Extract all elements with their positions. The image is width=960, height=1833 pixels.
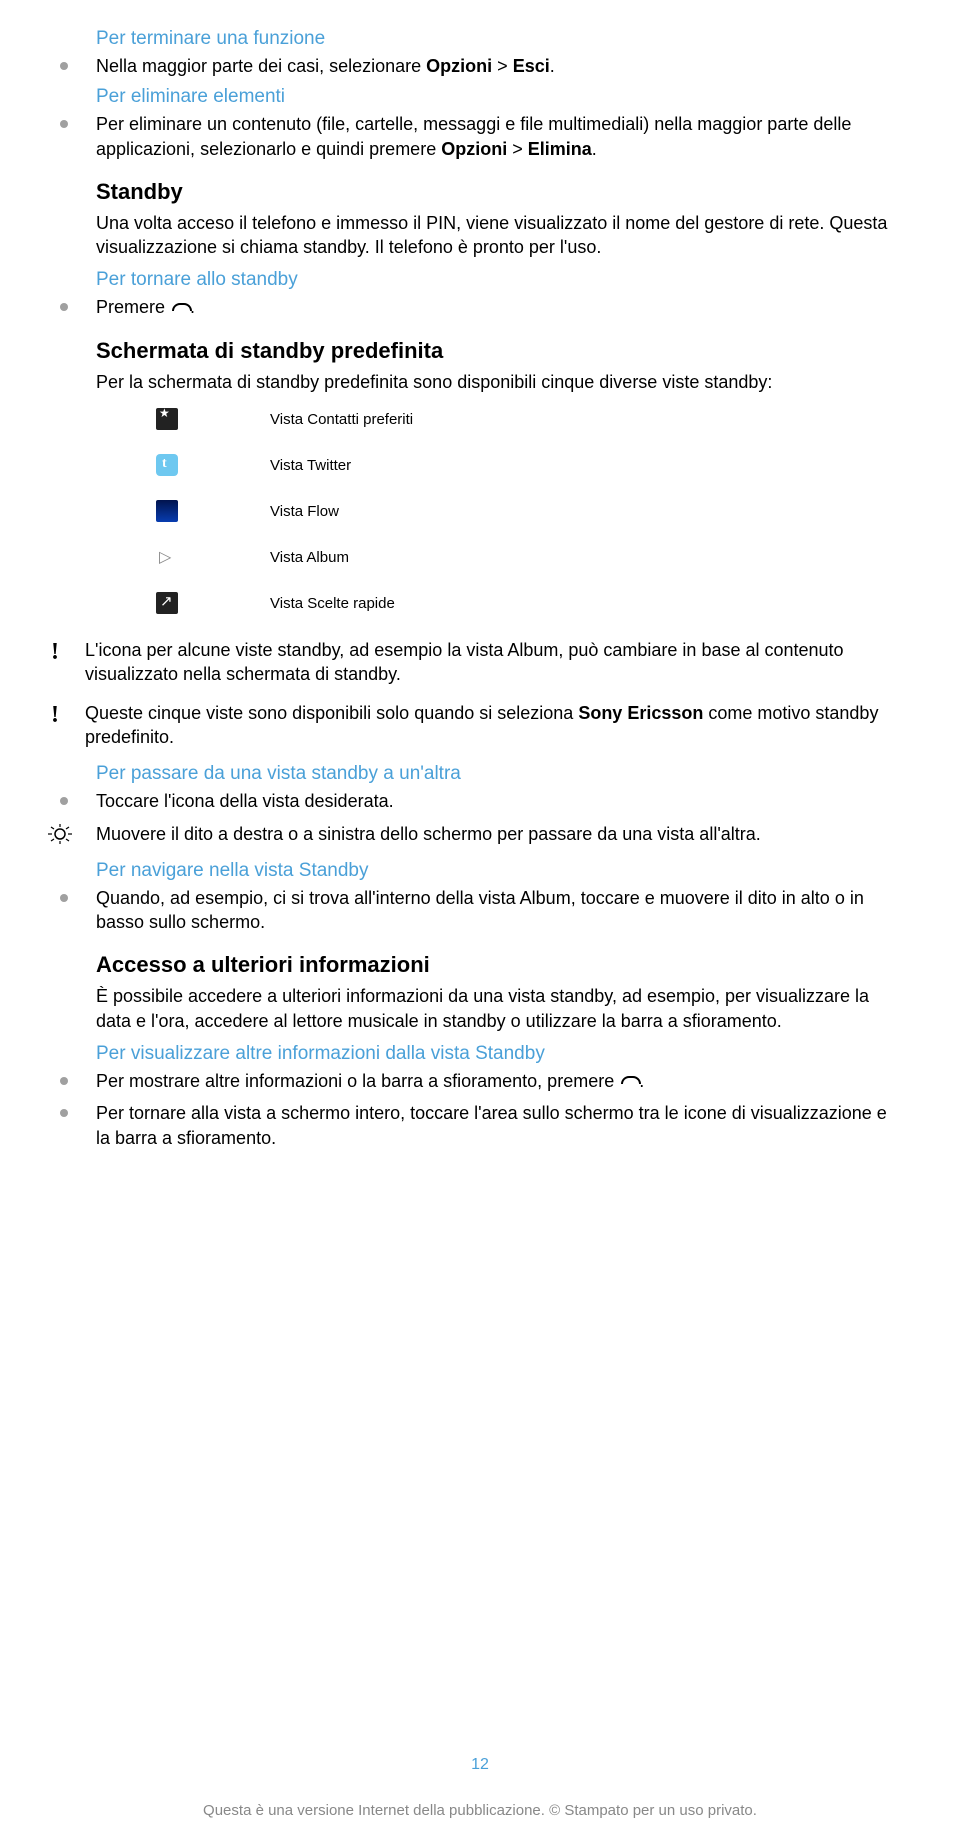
heading-delete-elements: Per eliminare elementi (96, 86, 900, 108)
vista-row-rapide: Vista Scelte rapide (156, 592, 900, 614)
vista-row-twitter: Vista Twitter (156, 454, 900, 476)
text-span: Queste cinque viste sono disponibili sol… (85, 703, 578, 723)
text-span: . (550, 56, 555, 76)
text-bold: Esci (513, 56, 550, 76)
lightbulb-icon (46, 824, 74, 844)
note-row: ! Queste cinque viste sono disponibili s… (51, 701, 900, 750)
bullet-text: Toccare l'icona della vista desiderata. (96, 789, 394, 813)
text-span: > (507, 139, 528, 159)
vista-label: Vista Contatti preferiti (270, 411, 413, 428)
bullet-item: Per eliminare un contenuto (file, cartel… (60, 112, 900, 161)
text-span: Nella maggior parte dei casi, selezionar… (96, 56, 426, 76)
end-call-icon (619, 1076, 639, 1088)
text-span: . (592, 139, 597, 159)
vista-table: Vista Contatti preferiti Vista Twitter V… (156, 408, 900, 614)
flow-icon (156, 500, 178, 522)
text-span: Per mostrare altre informazioni o la bar… (96, 1071, 619, 1091)
bullet-item: Per tornare alla vista a schermo intero,… (60, 1101, 900, 1150)
vista-label: Vista Flow (270, 503, 339, 520)
bullet-text: Premere . (96, 295, 195, 319)
bullet-icon (60, 894, 68, 902)
bullet-icon (60, 303, 68, 311)
vista-label: Vista Album (270, 549, 349, 566)
bullet-icon (60, 62, 68, 70)
bullet-item: Toccare l'icona della vista desiderata. (60, 789, 900, 813)
page-number: 12 (0, 1756, 960, 1774)
heading-more-info: Accesso a ulteriori informazioni (96, 952, 900, 978)
twitter-icon (156, 454, 178, 476)
note-text: Queste cinque viste sono disponibili sol… (85, 701, 900, 750)
text-bold: Opzioni (441, 139, 507, 159)
contacts-icon (156, 408, 178, 430)
bullet-icon (60, 120, 68, 128)
more-info-body: È possibile accedere a ulteriori informa… (96, 984, 900, 1033)
default-standby-body: Per la schermata di standby predefinita … (96, 370, 900, 394)
standby-body: Una volta acceso il telefono e immesso i… (96, 211, 900, 260)
note-row: ! L'icona per alcune viste standby, ad e… (51, 638, 900, 687)
heading-switch-view: Per passare da una vista standby a un'al… (96, 763, 900, 785)
page: Per terminare una funzione Nella maggior… (0, 0, 960, 1833)
vista-row-flow: Vista Flow (156, 500, 900, 522)
bullet-text: Per mostrare altre informazioni o la bar… (96, 1069, 644, 1093)
bullet-text: Per tornare alla vista a schermo intero,… (96, 1101, 900, 1150)
album-icon (156, 546, 178, 568)
bullet-icon (60, 797, 68, 805)
bullet-item: Quando, ad esempio, ci si trova all'inte… (60, 886, 900, 935)
heading-standby: Standby (96, 179, 900, 205)
vista-label: Vista Scelte rapide (270, 595, 395, 612)
bullet-text: Per eliminare un contenuto (file, cartel… (96, 112, 900, 161)
bullet-icon (60, 1077, 68, 1085)
tip-row: Muovere il dito a destra o a sinistra de… (46, 822, 900, 846)
content-body: Per terminare una funzione Nella maggior… (96, 28, 900, 1150)
footer-area: 12 Questa è una versione Internet della … (0, 1756, 960, 1819)
heading-navigate-view: Per navigare nella vista Standby (96, 860, 900, 882)
exclamation-icon: ! (51, 703, 59, 727)
vista-row-album: Vista Album (156, 546, 900, 568)
text-span: > (492, 56, 513, 76)
bullet-text: Nella maggior parte dei casi, selezionar… (96, 54, 555, 78)
bullet-item: Premere . (60, 295, 900, 319)
bullet-icon (60, 1109, 68, 1117)
heading-terminate-function: Per terminare una funzione (96, 28, 900, 50)
shortcuts-icon (156, 592, 178, 614)
text-bold: Sony Ericsson (578, 703, 703, 723)
tip-text: Muovere il dito a destra o a sinistra de… (96, 822, 761, 846)
vista-row-contacts: Vista Contatti preferiti (156, 408, 900, 430)
heading-default-standby: Schermata di standby predefinita (96, 338, 900, 364)
bullet-item: Per mostrare altre informazioni o la bar… (60, 1069, 900, 1093)
bullet-item: Nella maggior parte dei casi, selezionar… (60, 54, 900, 78)
footer-text: Questa è una versione Internet della pub… (0, 1802, 960, 1819)
heading-return-standby: Per tornare allo standby (96, 269, 900, 291)
bullet-text: Quando, ad esempio, ci si trova all'inte… (96, 886, 900, 935)
text-bold: Opzioni (426, 56, 492, 76)
text-bold: Elimina (528, 139, 592, 159)
exclamation-icon: ! (51, 640, 59, 664)
text-span: Premere (96, 297, 170, 317)
end-call-icon (170, 303, 190, 315)
vista-label: Vista Twitter (270, 457, 351, 474)
note-text: L'icona per alcune viste standby, ad ese… (85, 638, 900, 687)
heading-view-more-info: Per visualizzare altre informazioni dall… (96, 1043, 900, 1065)
